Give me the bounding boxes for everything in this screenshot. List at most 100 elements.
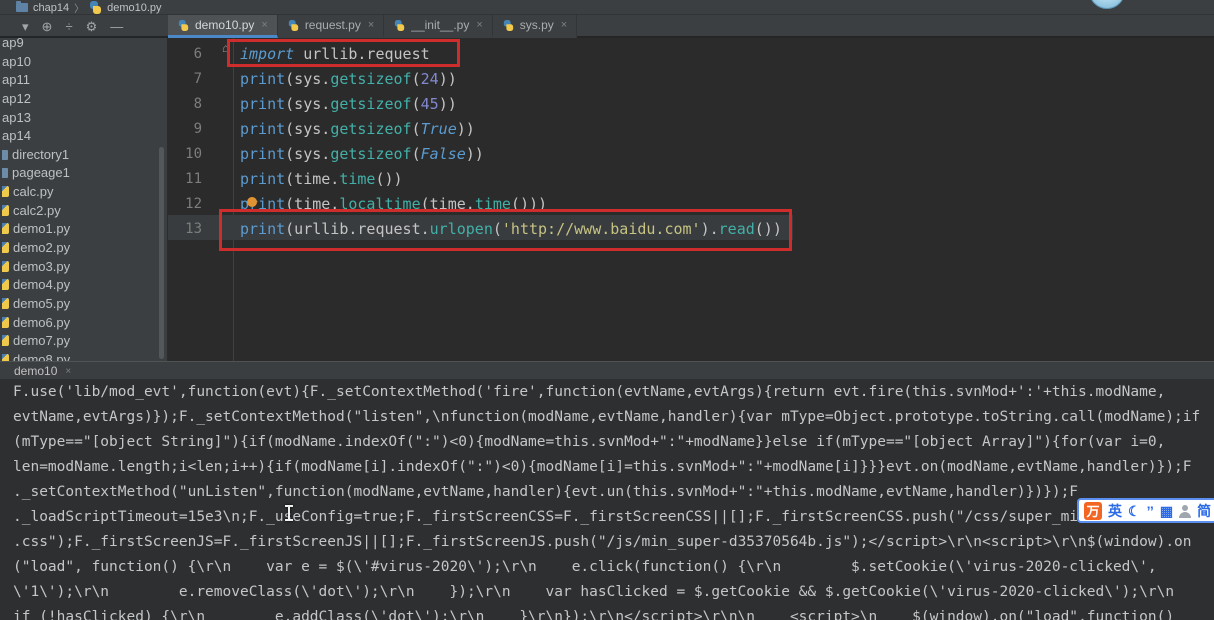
ime-user-icon[interactable] xyxy=(1179,504,1192,518)
tree-item-calc2-py[interactable]: calc2.py xyxy=(0,202,167,221)
tree-item-label: pageage1 xyxy=(12,165,70,181)
ime-halfwidth-moon-icon[interactable]: ☾ xyxy=(1128,504,1141,518)
python-file-icon xyxy=(89,1,102,14)
close-tab-icon[interactable]: × xyxy=(476,19,482,31)
tree-item-label: ap9 xyxy=(2,38,24,50)
tree-item-label: demo8.py xyxy=(13,351,71,361)
code-line[interactable]: print(time.time()) xyxy=(240,167,403,192)
code-token: True xyxy=(420,120,457,138)
code-token: ()) xyxy=(375,170,403,188)
console-output[interactable]: F.use('lib/mod_evt',function(evt){F._set… xyxy=(0,379,1214,620)
console-output-line: \'1\');\r\n e.removeClass(\'dot\');\r\n … xyxy=(13,584,1175,600)
tree-item-demo5-py[interactable]: demo5.py xyxy=(0,295,167,314)
code-token: (sys. xyxy=(285,145,331,163)
line-number: 8 xyxy=(193,96,202,112)
code-token: ( xyxy=(411,70,421,88)
breadcrumb-folder[interactable]: chap14 xyxy=(33,2,69,14)
tree-item-demo8-py[interactable]: demo8.py xyxy=(0,351,167,361)
close-tab-icon[interactable]: × xyxy=(561,19,567,31)
close-console-tab-icon[interactable]: × xyxy=(65,366,71,377)
code-line[interactable]: print(sys.getsizeof(45)) xyxy=(240,92,457,117)
python-file-icon xyxy=(2,242,9,254)
tree-item-label: directory1 xyxy=(12,146,70,162)
hide-panel-icon[interactable]: — xyxy=(110,20,123,33)
tree-item-calc-py[interactable]: calc.py xyxy=(0,183,167,202)
tree-item-label: ap11 xyxy=(2,72,30,88)
tree-item-ap12[interactable]: ap12 xyxy=(0,90,167,109)
dropdown-caret-icon[interactable]: ▾ xyxy=(22,20,29,33)
code-token: ( xyxy=(411,95,421,113)
console-tab-bar: demo10 × xyxy=(0,361,1214,379)
tree-item-pageage1[interactable]: pageage1 xyxy=(0,164,167,183)
tree-item-demo1-py[interactable]: demo1.py xyxy=(0,220,167,239)
python-file-icon xyxy=(178,19,189,31)
tree-item-demo2-py[interactable]: demo2.py xyxy=(0,239,167,258)
python-file-icon xyxy=(2,279,9,291)
chevron-right-icon: 〉 xyxy=(74,4,85,15)
code-line[interactable]: print(sys.getsizeof(True)) xyxy=(240,117,475,142)
project-tree-panel: ap9 ap10 ap11 ap12 ap13 ap14 directory1 pageage… xyxy=(0,38,168,361)
tree-item-ap14[interactable]: ap14 xyxy=(0,127,167,146)
code-token: print xyxy=(240,145,286,163)
editor-tab-demo10-py[interactable]: demo10.py × xyxy=(168,15,278,38)
code-editor[interactable]: ⌂ 6 import urllib.request 7 print(sys.getsi… xyxy=(168,38,1214,361)
tree-item-label: ap10 xyxy=(2,53,31,69)
tab-label: __init__.py xyxy=(411,18,470,32)
console-tab-demo10[interactable]: demo10 × xyxy=(8,362,77,380)
console-output-line: ("load", function() {\r\n var e = $(\'#v… xyxy=(13,559,1157,575)
line-number: 9 xyxy=(193,121,202,137)
tree-item-ap13[interactable]: ap13 xyxy=(0,109,167,128)
code-line[interactable]: print(sys.getsizeof(24)) xyxy=(240,67,457,92)
code-token: print xyxy=(240,70,286,88)
code-token: (sys. xyxy=(285,95,331,113)
tree-item-label: ap13 xyxy=(2,109,31,125)
locate-file-icon[interactable]: ⊕ xyxy=(42,20,53,33)
collapse-all-icon[interactable]: ÷ xyxy=(65,20,72,33)
code-token: (sys. xyxy=(285,120,331,138)
tree-item-demo3-py[interactable]: demo3.py xyxy=(0,258,167,277)
python-file-icon xyxy=(503,19,514,31)
console-output-line: ._loadScriptTimeout=15e3\n;F._useConfig=… xyxy=(13,509,1096,525)
code-line[interactable]: print(sys.getsizeof(False)) xyxy=(240,142,484,167)
breadcrumb: chap14 〉 demo10.py xyxy=(0,0,1214,15)
ime-logo-icon[interactable]: 万 xyxy=(1084,501,1102,520)
breadcrumb-file[interactable]: demo10.py xyxy=(107,2,161,14)
code-token: ( xyxy=(411,145,421,163)
editor-tab-sys-py[interactable]: sys.py × xyxy=(492,15,578,38)
toolbar-row: ▾ ⊕ ÷ ⚙ — demo10.py × request.py × __init__.py × s… xyxy=(0,15,1214,38)
code-token: (sys. xyxy=(285,70,331,88)
tree-item-demo4-py[interactable]: demo4.py xyxy=(0,276,167,295)
tree-item-ap9[interactable]: ap9 xyxy=(0,38,167,53)
editor-tab--init-py[interactable]: __init__.py × xyxy=(384,15,493,38)
line-number: 7 xyxy=(193,71,202,87)
line-number: 11 xyxy=(185,171,202,187)
close-tab-icon[interactable]: × xyxy=(368,19,374,31)
tree-scrollbar[interactable] xyxy=(159,147,164,359)
editor-tab-bar: demo10.py × request.py × __init__.py × sys.py × xyxy=(168,15,578,38)
line-number: 10 xyxy=(185,146,202,162)
ime-keyboard-icon[interactable]: ▦ xyxy=(1160,504,1173,518)
tree-item-ap10[interactable]: ap10 xyxy=(0,53,167,72)
code-token: getsizeof xyxy=(330,120,412,138)
tree-item-demo7-py[interactable]: demo7.py xyxy=(0,332,167,351)
ime-english-mode-icon[interactable]: 英 xyxy=(1108,504,1122,518)
code-token: print xyxy=(240,120,286,138)
python-file-icon xyxy=(288,19,299,31)
close-tab-icon[interactable]: × xyxy=(261,19,267,31)
settings-gear-icon[interactable]: ⚙ xyxy=(86,20,98,33)
code-token: getsizeof xyxy=(330,145,412,163)
python-file-icon xyxy=(2,204,9,216)
folder-icon xyxy=(2,168,8,179)
editor-tab-request-py[interactable]: request.py × xyxy=(277,15,385,38)
click-indicator-dot xyxy=(247,197,257,207)
python-file-icon xyxy=(2,186,9,198)
tree-item-demo6-py[interactable]: demo6.py xyxy=(0,314,167,333)
python-file-icon xyxy=(2,335,9,347)
console-output-line: (mType=="[object String]"){if(modName.in… xyxy=(13,434,1166,450)
annotation-box-import-line xyxy=(227,39,460,67)
python-file-icon xyxy=(2,297,9,309)
ime-simplified-chinese-icon[interactable]: 简 xyxy=(1197,504,1211,518)
tree-item-directory1[interactable]: directory1 xyxy=(0,146,167,165)
ime-punctuation-icon[interactable]: ’’ xyxy=(1147,504,1154,518)
tree-item-ap11[interactable]: ap11 xyxy=(0,71,167,90)
